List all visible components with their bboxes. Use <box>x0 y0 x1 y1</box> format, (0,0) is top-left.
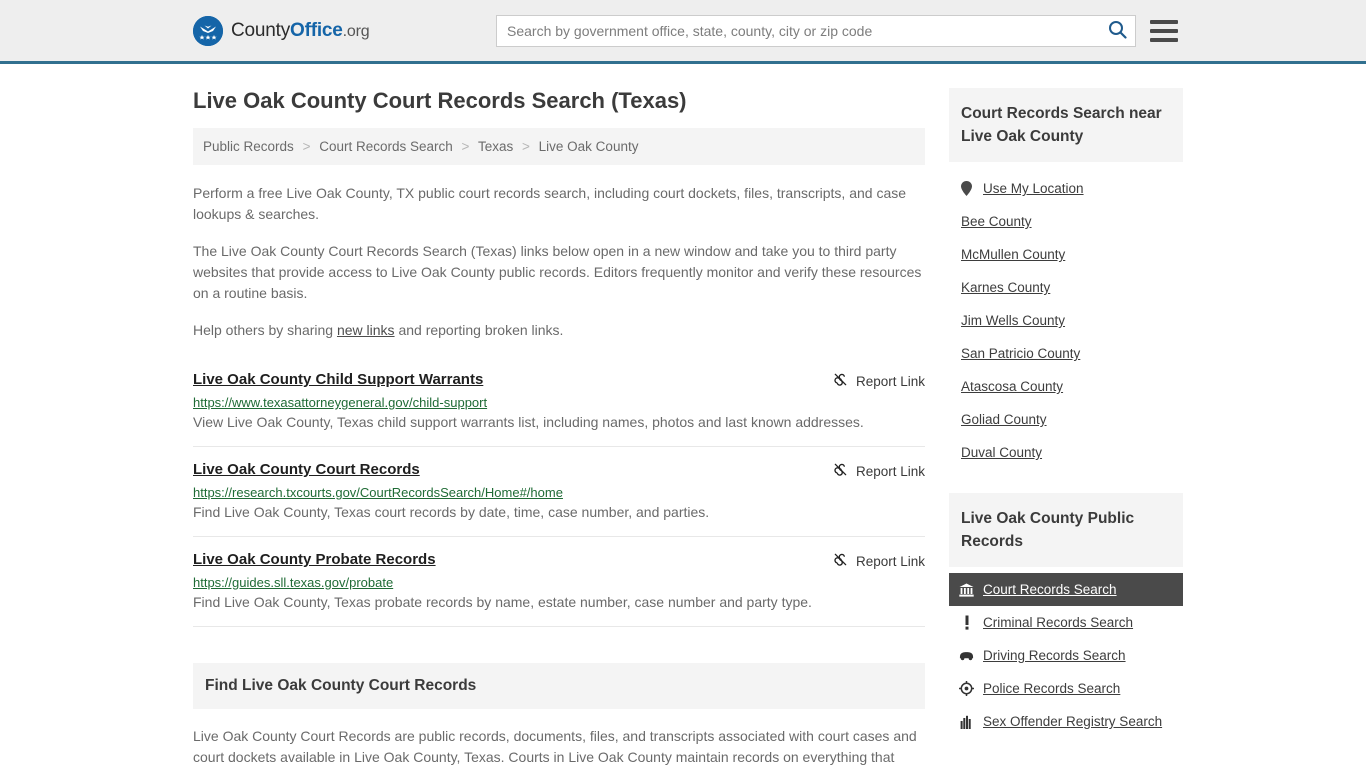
result-url[interactable]: https://www.texasattorneygeneral.gov/chi… <box>193 395 925 410</box>
sidebar-item-atascosa-county[interactable]: Atascosa County <box>949 370 1183 403</box>
site-logo[interactable]: CountyOffice.org <box>193 15 370 46</box>
help-prefix: Help others by sharing <box>193 322 337 338</box>
report-link-label: Report Link <box>855 553 925 569</box>
sidebar-item-label: Karnes County <box>961 280 1051 295</box>
search-button[interactable] <box>1099 16 1135 46</box>
site-logo-text: CountyOffice.org <box>231 19 370 42</box>
breadcrumb-item-public-records[interactable]: Public Records <box>203 139 294 154</box>
sidebar-item-label: Sex Offender Registry Search <box>983 714 1163 729</box>
sidebar-nearby-heading: Court Records Search near Live Oak Count… <box>961 105 1162 145</box>
sidebar-item-label: McMullen County <box>961 247 1066 262</box>
breadcrumb-separator: > <box>461 139 470 154</box>
intro-text: Perform a free Live Oak County, TX publi… <box>193 183 925 341</box>
eagle-shield-logo-icon <box>193 15 223 46</box>
hamburger-bar <box>1150 37 1178 42</box>
result-description: View Live Oak County, Texas child suppor… <box>193 414 864 430</box>
search-icon <box>1108 20 1127 42</box>
sidebar-public-records-heading: Live Oak County Public Records <box>961 510 1135 550</box>
broken-link-icon <box>833 372 848 390</box>
sidebar-item-driving-records-search[interactable]: Driving Records Search <box>949 639 1183 672</box>
sidebar-item-label: Use My Location <box>983 181 1084 196</box>
sidebar-item-label: Criminal Records Search <box>983 615 1134 630</box>
sidebar-item-label: Jim Wells County <box>961 313 1066 328</box>
breadcrumb-item-live-oak-county[interactable]: Live Oak County <box>539 139 639 154</box>
sidebar-nearby-header: Court Records Search near Live Oak Count… <box>949 88 1183 162</box>
result-description: Find Live Oak County, Texas probate reco… <box>193 594 812 610</box>
sidebar-public-records-header: Live Oak County Public Records <box>949 493 1183 567</box>
find-records-section-header: Find Live Oak County Court Records <box>193 663 925 709</box>
breadcrumb-item-texas[interactable]: Texas <box>478 139 513 154</box>
sidebar-nearby-list: Use My Location Bee County McMullen Coun… <box>949 172 1183 469</box>
result-title-link[interactable]: Live Oak County Probate Records <box>193 551 436 568</box>
new-links-link[interactable]: new links <box>337 322 395 338</box>
site-header: CountyOffice.org <box>0 0 1366 64</box>
hamburger-menu-icon[interactable] <box>1150 19 1178 42</box>
sidebar-item-court-records-search[interactable]: Court Records Search <box>949 573 1183 606</box>
report-link-button[interactable]: Report Link <box>833 371 925 390</box>
result-url[interactable]: https://research.txcourts.gov/CourtRecor… <box>193 485 925 500</box>
sidebar-item-label: Atascosa County <box>961 379 1064 394</box>
main-content: Live Oak County Court Records Search (Te… <box>193 64 925 768</box>
result-description: Find Live Oak County, Texas court record… <box>193 504 710 520</box>
sidebar-item-label: Court Records Search <box>983 582 1117 597</box>
sidebar-item-jim-wells-county[interactable]: Jim Wells County <box>949 304 1183 337</box>
sidebar-item-label: San Patricio County <box>961 346 1081 361</box>
hamburger-bar <box>1150 19 1178 24</box>
page-title: Live Oak County Court Records Search (Te… <box>193 88 687 113</box>
sidebar-item-sex-offender-registry-search[interactable]: Sex Offender Registry Search <box>949 705 1183 738</box>
brand-part-office: Office <box>290 19 343 41</box>
sidebar-item-goliad-county[interactable]: Goliad County <box>949 403 1183 436</box>
section-body-text: Live Oak County Court Records are public… <box>193 728 917 765</box>
sidebar-item-label: Bee County <box>961 214 1032 229</box>
sidebar-public-records-list: Court Records Search Criminal Records Se… <box>949 573 1183 738</box>
map-pin-icon <box>959 181 974 196</box>
result-url[interactable]: https://guides.sll.texas.gov/probate <box>193 575 925 590</box>
sidebar-item-label: Police Records Search <box>983 681 1121 696</box>
intro-help-line: Help others by sharing new links and rep… <box>193 320 925 341</box>
fingerprint-icon <box>959 714 974 729</box>
sidebar-item-label: Goliad County <box>961 412 1047 427</box>
courthouse-icon <box>959 582 974 597</box>
search-bar[interactable] <box>496 14 1136 47</box>
breadcrumb-separator: > <box>302 139 311 154</box>
sidebar-item-mcmullen-county[interactable]: McMullen County <box>949 238 1183 271</box>
sidebar-item-bee-county[interactable]: Bee County <box>949 205 1183 238</box>
sidebar-item-criminal-records-search[interactable]: Criminal Records Search <box>949 606 1183 639</box>
car-icon <box>959 648 974 663</box>
help-suffix: and reporting broken links. <box>394 322 564 338</box>
sidebar-item-label: Duval County <box>961 445 1043 460</box>
brand-part-county: County <box>231 19 291 41</box>
intro-paragraph-1: Perform a free Live Oak County, TX publi… <box>193 185 907 222</box>
broken-link-icon <box>833 462 848 480</box>
sidebar-item-label: Driving Records Search <box>983 648 1126 663</box>
section-heading: Find Live Oak County Court Records <box>205 677 477 694</box>
breadcrumb: Public Records > Court Records Search > … <box>193 128 925 165</box>
report-link-label: Report Link <box>855 373 925 389</box>
sidebar-item-duval-county[interactable]: Duval County <box>949 436 1183 469</box>
sidebar: Court Records Search near Live Oak Count… <box>949 64 1183 738</box>
result-title-link[interactable]: Live Oak County Child Support Warrants <box>193 371 483 388</box>
report-link-button[interactable]: Report Link <box>833 551 925 570</box>
exclamation-icon <box>959 615 974 630</box>
breadcrumb-item-court-records-search[interactable]: Court Records Search <box>319 139 453 154</box>
result-item: Live Oak County Child Support Warrants R… <box>193 357 925 447</box>
target-icon <box>959 681 974 696</box>
search-input[interactable] <box>497 15 1099 46</box>
sidebar-item-police-records-search[interactable]: Police Records Search <box>949 672 1183 705</box>
broken-link-icon <box>833 552 848 570</box>
sidebar-item-use-my-location[interactable]: Use My Location <box>949 172 1183 205</box>
sidebar-item-karnes-county[interactable]: Karnes County <box>949 271 1183 304</box>
page-body: Live Oak County Court Records Search (Te… <box>0 64 1366 768</box>
result-title-link[interactable]: Live Oak County Court Records <box>193 461 420 478</box>
hamburger-bar <box>1150 28 1178 33</box>
breadcrumb-separator: > <box>522 139 530 154</box>
sidebar-item-san-patricio-county[interactable]: San Patricio County <box>949 337 1183 370</box>
brand-part-tld: .org <box>342 22 370 40</box>
report-link-label: Report Link <box>855 463 925 479</box>
result-item: Live Oak County Probate Records Report L… <box>193 537 925 627</box>
result-item: Live Oak County Court Records Report Lin… <box>193 447 925 537</box>
intro-paragraph-2: The Live Oak County Court Records Search… <box>193 243 922 301</box>
report-link-button[interactable]: Report Link <box>833 461 925 480</box>
